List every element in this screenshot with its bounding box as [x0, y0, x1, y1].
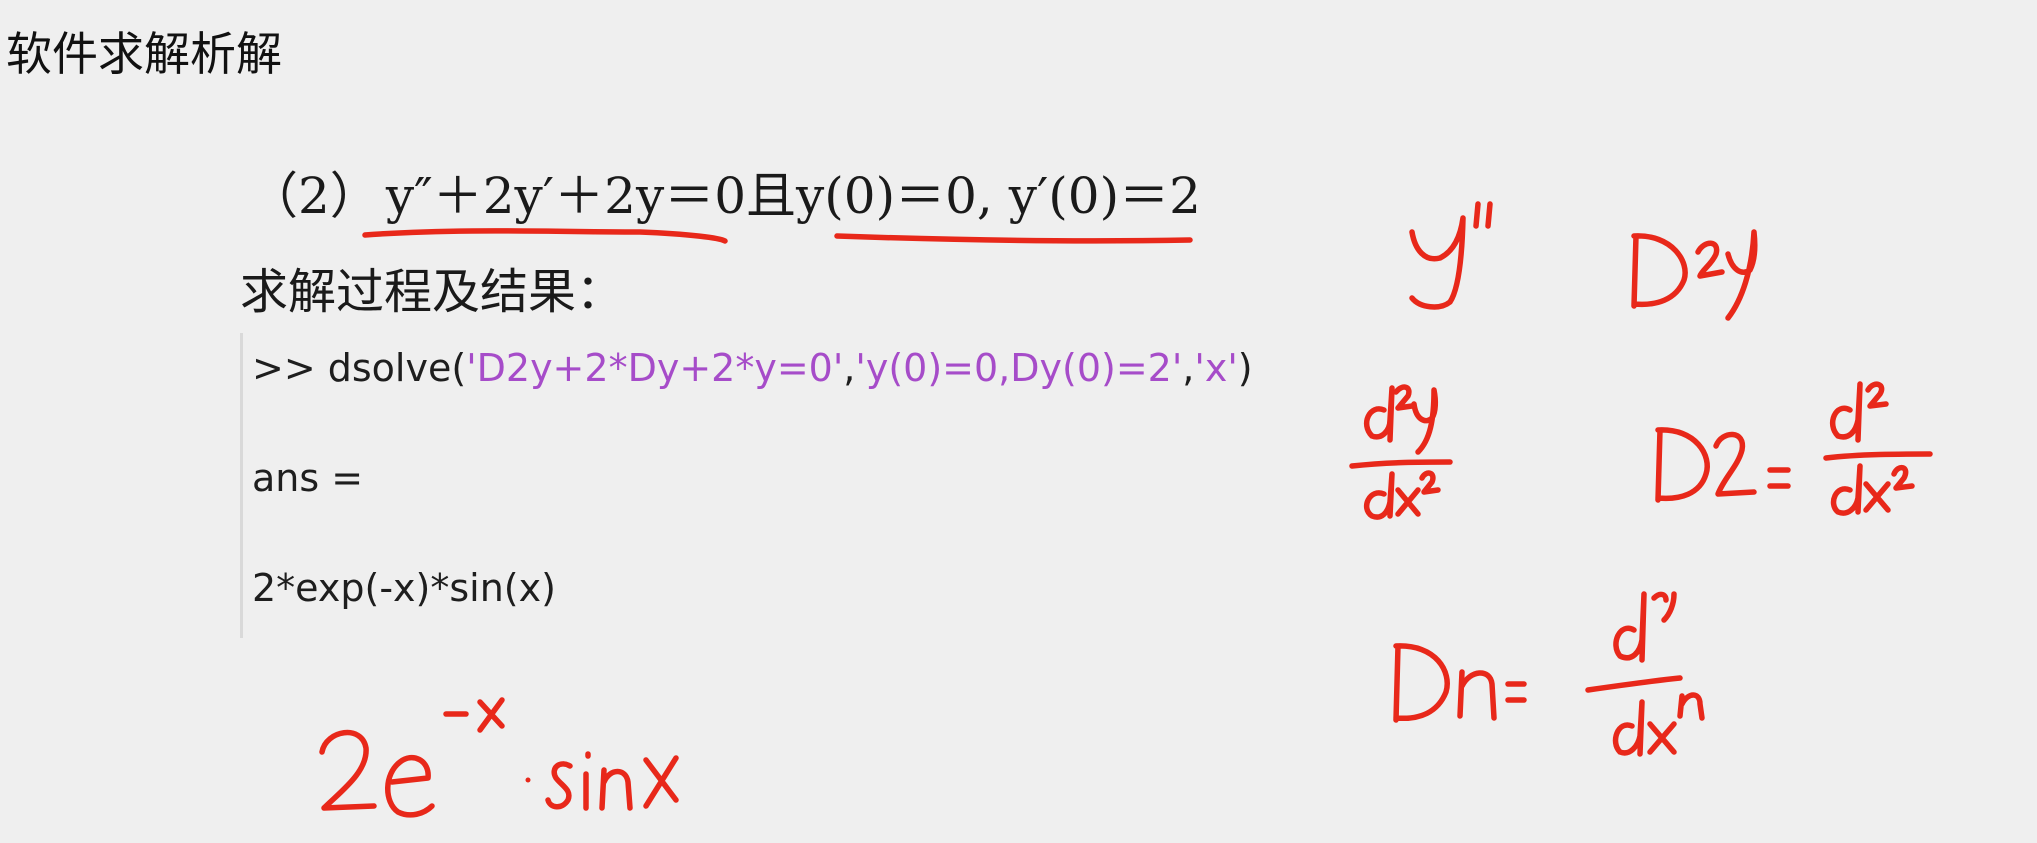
- underline-equation: [362, 228, 728, 244]
- handwriting-overlay: [319, 201, 1933, 818]
- underline-conditions: [834, 233, 1193, 244]
- handwritten-d2y-over-dx2: [1349, 384, 1453, 520]
- handwritten-Dn-operator: [1393, 591, 1705, 757]
- handwritten-y-double-prime: [1409, 201, 1493, 310]
- handwritten-result-expression: [319, 697, 679, 818]
- handwritten-D2-operator: [1655, 381, 1933, 516]
- handwritten-D2y: [1631, 229, 1758, 321]
